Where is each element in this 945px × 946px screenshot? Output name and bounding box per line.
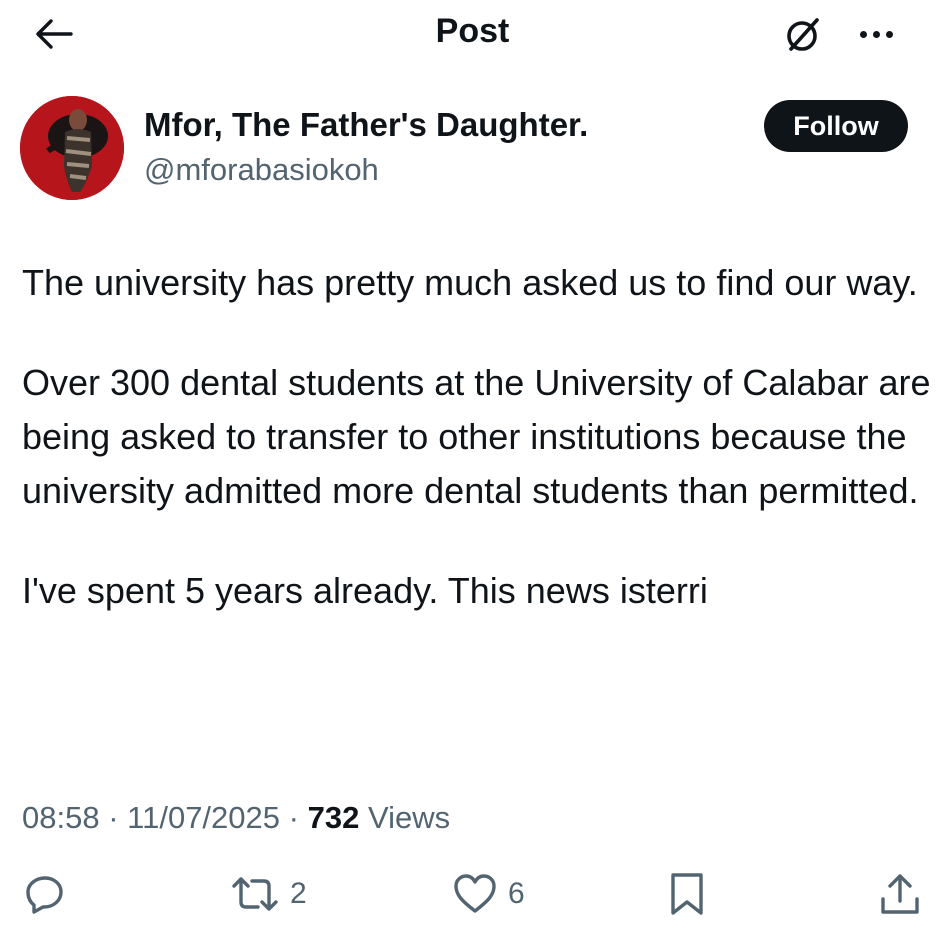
post-paragraph: I've spent 5 years already. This news is… <box>22 570 708 611</box>
views-count[interactable]: 732 <box>308 800 360 835</box>
like-count: 6 <box>508 877 525 910</box>
more-options-button[interactable] <box>850 16 902 52</box>
bookmark-button[interactable] <box>668 868 706 920</box>
grok-button[interactable] <box>780 12 826 58</box>
grok-icon <box>787 18 819 51</box>
post-time[interactable]: 08:58 <box>22 800 100 835</box>
views-label[interactable]: Views <box>368 800 450 835</box>
reply-button[interactable] <box>24 868 66 920</box>
post-paragraph: Over 300 dental students at the Universi… <box>22 362 931 511</box>
more-horizontal-icon <box>857 25 896 43</box>
repost-count: 2 <box>290 877 307 910</box>
meta-separator: · <box>288 800 299 835</box>
bookmark-icon <box>671 873 703 915</box>
action-bar: 2 6 <box>0 868 945 920</box>
follow-button[interactable]: Follow <box>764 100 908 152</box>
meta-separator: · <box>108 800 119 835</box>
post-paragraph: The university has pretty much asked us … <box>22 262 918 303</box>
post-meta: 08:58 · 11/07/2025 · 732 Views <box>22 800 450 836</box>
like-button[interactable]: 6 <box>452 868 525 920</box>
top-bar: Post <box>0 0 945 70</box>
avatar[interactable] <box>20 96 124 200</box>
repost-button[interactable]: 2 <box>230 868 307 920</box>
author-name[interactable]: Mfor, The Father's Daughter. <box>144 106 588 144</box>
post-text: The university has pretty much asked us … <box>22 256 932 618</box>
reply-icon <box>26 876 63 914</box>
author-handle[interactable]: @mforabasiokoh <box>144 152 379 188</box>
heart-icon <box>454 874 496 913</box>
repost-icon <box>232 877 278 911</box>
share-icon <box>881 874 919 914</box>
share-button[interactable] <box>878 868 922 920</box>
post-date[interactable]: 11/07/2025 <box>127 800 280 835</box>
